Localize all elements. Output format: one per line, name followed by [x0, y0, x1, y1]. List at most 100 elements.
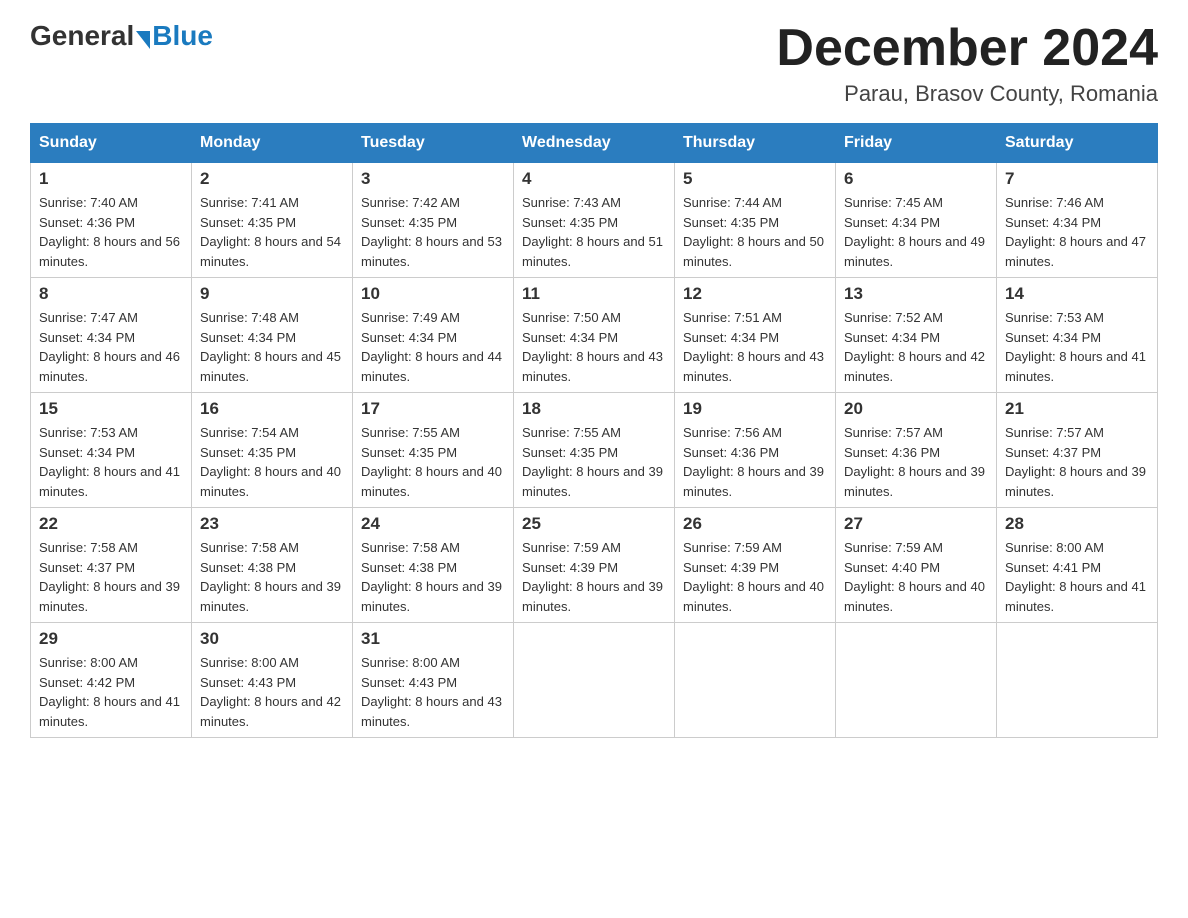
day-number: 31: [361, 629, 505, 649]
day-number: 16: [200, 399, 344, 419]
calendar-cell: 31 Sunrise: 8:00 AMSunset: 4:43 PMDayligh…: [353, 623, 514, 738]
day-number: 24: [361, 514, 505, 534]
calendar-cell: 14Sunrise: 7:53 AMSunset: 4:34 PMDayligh…: [997, 278, 1158, 393]
calendar-cell: 2Sunrise: 7:41 AMSunset: 4:35 PMDaylight…: [192, 163, 353, 278]
calendar-cell: 3 Sunrise: 7:42 AMSunset: 4:35 PMDaylight…: [353, 163, 514, 278]
day-info: Sunrise: 7:47 AMSunset: 4:34 PMDaylight:…: [39, 310, 180, 384]
day-info: Sunrise: 7:55 AMSunset: 4:35 PMDaylight:…: [522, 425, 663, 499]
day-info: Sunrise: 8:00 AMSunset: 4:41 PMDaylight:…: [1005, 540, 1146, 614]
weekday-header-sunday: Sunday: [31, 124, 192, 163]
day-info: Sunrise: 7:58 AMSunset: 4:38 PMDaylight:…: [200, 540, 341, 614]
day-info: Sunrise: 7:59 AMSunset: 4:40 PMDaylight:…: [844, 540, 985, 614]
calendar-cell: [514, 623, 675, 738]
day-number: 9: [200, 284, 344, 304]
calendar-cell: [997, 623, 1158, 738]
day-number: 7: [1005, 169, 1149, 189]
logo-blue-text: Blue: [152, 20, 213, 52]
calendar-cell: 8 Sunrise: 7:47 AMSunset: 4:34 PMDaylight…: [31, 278, 192, 393]
day-info: Sunrise: 7:57 AMSunset: 4:37 PMDaylight:…: [1005, 425, 1146, 499]
calendar-table: SundayMondayTuesdayWednesdayThursdayFrid…: [30, 123, 1158, 738]
day-number: 11: [522, 284, 666, 304]
day-info: Sunrise: 7:40 AMSunset: 4:36 PMDaylight:…: [39, 195, 180, 269]
day-number: 23: [200, 514, 344, 534]
day-info: Sunrise: 8:00 AMSunset: 4:43 PMDaylight:…: [361, 655, 502, 729]
calendar-week-row: 1 Sunrise: 7:40 AMSunset: 4:36 PMDaylight…: [31, 163, 1158, 278]
calendar-cell: 5Sunrise: 7:44 AMSunset: 4:35 PMDaylight…: [675, 163, 836, 278]
day-info: Sunrise: 7:46 AMSunset: 4:34 PMDaylight:…: [1005, 195, 1146, 269]
day-info: Sunrise: 7:44 AMSunset: 4:35 PMDaylight:…: [683, 195, 824, 269]
day-info: Sunrise: 7:45 AMSunset: 4:34 PMDaylight:…: [844, 195, 985, 269]
calendar-cell: 30 Sunrise: 8:00 AMSunset: 4:43 PMDayligh…: [192, 623, 353, 738]
day-info: Sunrise: 7:55 AMSunset: 4:35 PMDaylight:…: [361, 425, 502, 499]
weekday-header-wednesday: Wednesday: [514, 124, 675, 163]
day-number: 18: [522, 399, 666, 419]
day-number: 3: [361, 169, 505, 189]
day-info: Sunrise: 7:54 AMSunset: 4:35 PMDaylight:…: [200, 425, 341, 499]
calendar-cell: 24 Sunrise: 7:58 AMSunset: 4:38 PMDayligh…: [353, 508, 514, 623]
logo-arrow-icon: [136, 31, 150, 49]
calendar-cell: 26 Sunrise: 7:59 AMSunset: 4:39 PMDayligh…: [675, 508, 836, 623]
day-info: Sunrise: 7:49 AMSunset: 4:34 PMDaylight:…: [361, 310, 502, 384]
day-number: 26: [683, 514, 827, 534]
calendar-week-row: 22 Sunrise: 7:58 AMSunset: 4:37 PMDayligh…: [31, 508, 1158, 623]
day-number: 20: [844, 399, 988, 419]
calendar-cell: 29Sunrise: 8:00 AMSunset: 4:42 PMDayligh…: [31, 623, 192, 738]
calendar-week-row: 15Sunrise: 7:53 AMSunset: 4:34 PMDayligh…: [31, 393, 1158, 508]
calendar-cell: 16 Sunrise: 7:54 AMSunset: 4:35 PMDayligh…: [192, 393, 353, 508]
day-info: Sunrise: 7:58 AMSunset: 4:38 PMDaylight:…: [361, 540, 502, 614]
day-info: Sunrise: 7:53 AMSunset: 4:34 PMDaylight:…: [39, 425, 180, 499]
day-info: Sunrise: 7:50 AMSunset: 4:34 PMDaylight:…: [522, 310, 663, 384]
day-number: 8: [39, 284, 183, 304]
day-info: Sunrise: 7:48 AMSunset: 4:34 PMDaylight:…: [200, 310, 341, 384]
day-number: 27: [844, 514, 988, 534]
day-info: Sunrise: 7:56 AMSunset: 4:36 PMDaylight:…: [683, 425, 824, 499]
day-number: 30: [200, 629, 344, 649]
day-info: Sunrise: 7:42 AMSunset: 4:35 PMDaylight:…: [361, 195, 502, 269]
calendar-cell: [675, 623, 836, 738]
calendar-cell: 28 Sunrise: 8:00 AMSunset: 4:41 PMDayligh…: [997, 508, 1158, 623]
day-number: 28: [1005, 514, 1149, 534]
calendar-cell: [836, 623, 997, 738]
calendar-cell: 10 Sunrise: 7:49 AMSunset: 4:34 PMDayligh…: [353, 278, 514, 393]
calendar-cell: 9 Sunrise: 7:48 AMSunset: 4:34 PMDaylight…: [192, 278, 353, 393]
day-number: 19: [683, 399, 827, 419]
location-text: Parau, Brasov County, Romania: [776, 81, 1158, 107]
calendar-cell: 12Sunrise: 7:51 AMSunset: 4:34 PMDayligh…: [675, 278, 836, 393]
day-number: 2: [200, 169, 344, 189]
calendar-cell: 27 Sunrise: 7:59 AMSunset: 4:40 PMDayligh…: [836, 508, 997, 623]
calendar-cell: 17 Sunrise: 7:55 AMSunset: 4:35 PMDayligh…: [353, 393, 514, 508]
calendar-cell: 6 Sunrise: 7:45 AMSunset: 4:34 PMDaylight…: [836, 163, 997, 278]
day-info: Sunrise: 7:59 AMSunset: 4:39 PMDaylight:…: [522, 540, 663, 614]
day-number: 10: [361, 284, 505, 304]
day-number: 21: [1005, 399, 1149, 419]
day-number: 29: [39, 629, 183, 649]
weekday-header-monday: Monday: [192, 124, 353, 163]
calendar-cell: 11 Sunrise: 7:50 AMSunset: 4:34 PMDayligh…: [514, 278, 675, 393]
weekday-header-thursday: Thursday: [675, 124, 836, 163]
day-number: 22: [39, 514, 183, 534]
day-number: 1: [39, 169, 183, 189]
weekday-header-saturday: Saturday: [997, 124, 1158, 163]
day-number: 4: [522, 169, 666, 189]
day-number: 6: [844, 169, 988, 189]
day-number: 17: [361, 399, 505, 419]
weekday-header-friday: Friday: [836, 124, 997, 163]
calendar-cell: 13Sunrise: 7:52 AMSunset: 4:34 PMDayligh…: [836, 278, 997, 393]
calendar-cell: 21 Sunrise: 7:57 AMSunset: 4:37 PMDayligh…: [997, 393, 1158, 508]
logo: General Blue: [30, 20, 213, 52]
month-title: December 2024: [776, 20, 1158, 77]
title-block: December 2024 Parau, Brasov County, Roma…: [776, 20, 1158, 107]
calendar-week-row: 8 Sunrise: 7:47 AMSunset: 4:34 PMDaylight…: [31, 278, 1158, 393]
calendar-cell: 7 Sunrise: 7:46 AMSunset: 4:34 PMDaylight…: [997, 163, 1158, 278]
day-info: Sunrise: 7:53 AMSunset: 4:34 PMDaylight:…: [1005, 310, 1146, 384]
calendar-cell: 19 Sunrise: 7:56 AMSunset: 4:36 PMDayligh…: [675, 393, 836, 508]
day-number: 13: [844, 284, 988, 304]
calendar-cell: 23 Sunrise: 7:58 AMSunset: 4:38 PMDayligh…: [192, 508, 353, 623]
day-info: Sunrise: 7:59 AMSunset: 4:39 PMDaylight:…: [683, 540, 824, 614]
day-info: Sunrise: 7:57 AMSunset: 4:36 PMDaylight:…: [844, 425, 985, 499]
calendar-cell: 25Sunrise: 7:59 AMSunset: 4:39 PMDayligh…: [514, 508, 675, 623]
page-header: General Blue December 2024 Parau, Brasov…: [30, 20, 1158, 107]
weekday-header-tuesday: Tuesday: [353, 124, 514, 163]
day-info: Sunrise: 8:00 AMSunset: 4:43 PMDaylight:…: [200, 655, 341, 729]
day-info: Sunrise: 7:58 AMSunset: 4:37 PMDaylight:…: [39, 540, 180, 614]
